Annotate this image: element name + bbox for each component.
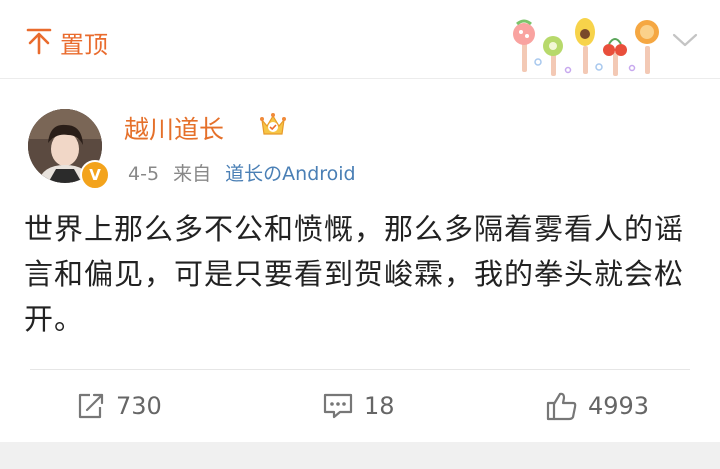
divider [30,369,690,370]
like-button[interactable]: 4993 [546,389,649,423]
comment-button[interactable]: 18 [322,389,395,423]
post-source-link[interactable]: 道长のAndroid [225,163,355,185]
fruit-lollipops-decoration [513,18,659,76]
verified-badge: V [80,160,110,190]
pinned-label: 置顶 [60,31,108,59]
divider [0,78,720,79]
comment-count: 18 [364,392,395,420]
author-name[interactable]: 越川道长 [124,110,224,146]
comment-icon [323,393,353,419]
post-meta: 4-5 来自 道长のAndroid [128,159,356,186]
post-date: 4-5 [128,163,160,185]
chevron-down-icon[interactable] [670,30,700,50]
weibo-card: 置顶 V 越川道长 4-5 来自 道长のAndroid 世界上那么多不公和愤慨，… [0,0,720,442]
post-text: 世界上那么多不公和愤慨，那么多隔着雾看人的谣言和偏见，可是只要看到贺峻霖，我的拳… [24,212,685,336]
thumbs-up-icon [546,392,577,421]
pin-top-icon[interactable] [26,27,52,55]
repost-count: 730 [116,392,162,420]
repost-button[interactable]: 730 [76,389,162,423]
like-count: 4993 [588,392,650,420]
crown-badge-icon[interactable] [258,110,288,138]
source-prefix: 来自 [173,163,212,185]
top-bar: 置顶 [0,0,720,76]
repost-icon [78,393,104,419]
bottom-gap [0,442,720,469]
